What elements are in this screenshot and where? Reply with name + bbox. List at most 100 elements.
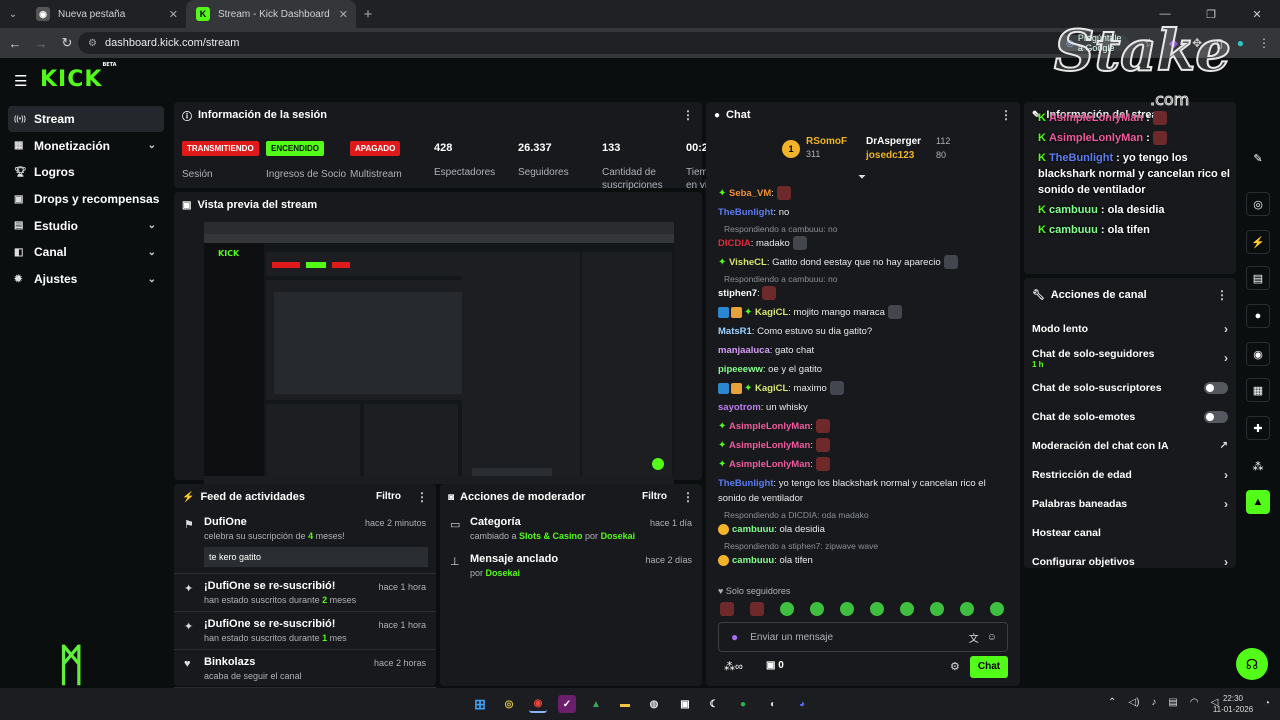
chat-bubble-icon[interactable]: ●	[1246, 304, 1270, 328]
new-tab-button[interactable]: +	[356, 6, 380, 23]
more-options-icon[interactable]: ⋮	[682, 108, 694, 122]
channel-action-restricci-n-de-edad[interactable]: Restricción de edad ›	[1024, 460, 1236, 489]
moderator-filter-button[interactable]: Filtro	[642, 491, 667, 502]
chat-message[interactable]: cambuuu: ola tifen	[706, 551, 1020, 570]
chat-username[interactable]: cambuuu	[732, 524, 774, 535]
chat-username[interactable]: TheBunlight	[718, 207, 773, 218]
chat-message-list[interactable]: ✦ Seba_VM: TheBunlight: no Respondiendo a …	[706, 184, 1020, 584]
emoji-icon[interactable]: ☺	[987, 632, 997, 643]
avatar-green-icon[interactable]: ▲	[1246, 490, 1270, 514]
emote-icon[interactable]	[750, 602, 764, 616]
emote-icon[interactable]	[780, 602, 794, 616]
document-icon[interactable]: ▤	[1246, 266, 1270, 290]
chat-message[interactable]: cambuuu: ola desidia	[706, 520, 1020, 539]
channel-action-moderaci-n-del-chat-con-ia[interactable]: Moderación del chat con IA ↗	[1024, 431, 1236, 460]
chat-username[interactable]: AsimpleLonlyMan	[729, 421, 810, 432]
app-icon[interactable]: ☾	[705, 695, 723, 713]
forward-icon[interactable]: →	[28, 36, 54, 51]
chat-message[interactable]: ✦ KagiCL: mojito mango maraca	[706, 303, 1020, 322]
emote-icon[interactable]	[720, 602, 734, 616]
channel-action-configurar-objetivos[interactable]: Configurar objetivos ›	[1024, 547, 1236, 576]
app-circle-icon[interactable]: ◎	[500, 695, 518, 713]
activity-item[interactable]: ♥ Binkolazs hace 2 horas acaba de seguir el…	[174, 650, 436, 688]
notification-bell-icon[interactable]: ◔	[1264, 698, 1270, 709]
chat-message[interactable]: sayotrom: un whisky	[706, 398, 1020, 417]
chat-message[interactable]: ✦ AsimpleLonlyMan:	[706, 436, 1020, 455]
emote-icon[interactable]	[990, 602, 1004, 616]
translate-icon[interactable]: 文	[969, 630, 979, 645]
chat-message[interactable]: manjaaluca: gato chat	[706, 341, 1020, 360]
mic-icon[interactable]: ♪	[1151, 697, 1156, 708]
more-options-icon[interactable]: ⋮	[1216, 288, 1228, 302]
emote-icon[interactable]	[815, 457, 830, 472]
volume-icon[interactable]: ◁)	[1128, 697, 1139, 708]
chrome-icon[interactable]: ◉	[529, 695, 547, 713]
more-options-icon[interactable]: ⋮	[682, 490, 694, 504]
moderation-item[interactable]: ▭ Categoría hace 1 día cambiado a Slots & C…	[440, 510, 702, 547]
app-icon[interactable]: ▲	[587, 695, 605, 713]
activity-item[interactable]: ✦ ¡DufiOne se re-suscribió! hace 1 hora han…	[174, 612, 436, 650]
printer-icon[interactable]: ▤	[1168, 697, 1177, 708]
sidebar-item-drops-y-recompensas[interactable]: ▣ Drops y recompensas	[8, 186, 164, 212]
chat-settings-icon[interactable]: ⚙	[950, 660, 960, 673]
chat-username[interactable]: Seba_VM	[729, 188, 771, 199]
tab-kick-dashboard[interactable]: K Stream - Kick Dashboard ✕	[186, 0, 356, 28]
emote-icon[interactable]	[815, 419, 830, 434]
chat-username[interactable]: pipeeeww	[718, 364, 763, 375]
tray-chevron-icon[interactable]: ⌃	[1108, 697, 1116, 708]
reload-icon[interactable]: ↻	[54, 35, 80, 51]
chest-counter[interactable]: ▣ 0	[766, 660, 784, 671]
chat-username[interactable]: DICDIA	[718, 238, 751, 249]
chat-username[interactable]: stiphen7	[718, 288, 757, 299]
wifi-icon[interactable]: ◠	[1190, 697, 1199, 708]
broadcast-icon[interactable]: ◉	[1246, 342, 1270, 366]
sidebar-item-stream[interactable]: ((•)) Stream	[8, 106, 164, 132]
lightning-icon[interactable]: ⚡	[1246, 230, 1270, 254]
channel-action-modo-lento[interactable]: Modo lento ›	[1024, 314, 1236, 343]
sidebar-item-canal[interactable]: ◧ Canal ⌄	[8, 239, 164, 265]
chat-username[interactable]: AsimpleLonlyMan	[729, 440, 810, 451]
chat-message[interactable]: MatsR1: Como estuvo su dia gatito?	[706, 322, 1020, 341]
chat-username[interactable]: KagiCL	[755, 307, 788, 318]
gift-leaderboard[interactable]: 1 RSomoF 311 DrAsperger 112 josedc123 80	[782, 136, 982, 170]
pinned-toggle-icon[interactable]: ⏷	[858, 172, 866, 183]
profile-avatar[interactable]: ●	[1237, 36, 1244, 50]
hamburger-menu-icon[interactable]: ☰	[14, 72, 27, 90]
chat-message[interactable]: DICDIA: madako	[706, 234, 1020, 253]
channel-action-chat-de-solo-seguidores[interactable]: Chat de solo-seguidores 1 h ›	[1024, 343, 1236, 373]
steam-icon[interactable]: ◐	[764, 695, 782, 713]
clock[interactable]: 22:30 11-01-2026	[1208, 693, 1258, 715]
chat-message[interactable]: ✦ VisheCL: Gatito dond eestay que no hay …	[706, 253, 1020, 272]
site-info-icon[interactable]: ⚙	[88, 38, 97, 49]
mic-icon[interactable]: ●	[731, 630, 738, 644]
points-icon[interactable]: ⁂∞	[724, 660, 743, 673]
chat-message[interactable]: TheBunlight: yo tengo los blackshark nor…	[706, 474, 1020, 508]
sidebar-item-logros[interactable]: 🏆︎ Logros	[8, 159, 164, 185]
emote-icon[interactable]	[870, 602, 884, 616]
url-input[interactable]: ⚙ dashboard.kick.com/stream ◎ Pregúntale…	[78, 32, 1130, 54]
chat-username[interactable]: VisheCL	[729, 257, 767, 268]
sidebar-item-estudio[interactable]: ▤ Estudio ⌄	[8, 213, 164, 239]
spotify-icon[interactable]: ●	[734, 695, 752, 713]
chat-username[interactable]: AsimpleLonlyMan	[729, 459, 810, 470]
chat-message[interactable]: ✦ Seba_VM:	[706, 184, 1020, 203]
emote-icon[interactable]	[762, 286, 777, 301]
toggle-switch[interactable]	[1204, 381, 1228, 394]
close-icon[interactable]: ✕	[339, 8, 348, 21]
chat-username[interactable]: TheBunlight	[718, 478, 773, 489]
emote-icon[interactable]	[900, 602, 914, 616]
emote-icon[interactable]	[960, 602, 974, 616]
toggle-switch[interactable]	[1204, 410, 1228, 423]
emote-icon[interactable]	[810, 602, 824, 616]
layout-icon[interactable]: ▦	[1246, 378, 1270, 402]
moderation-item[interactable]: ⊥ Mensaje anclado hace 2 días por Dosekai	[440, 547, 702, 584]
chat-username[interactable]: cambuuu	[732, 555, 774, 566]
file-explorer-icon[interactable]: ▬	[616, 695, 634, 713]
more-options-icon[interactable]: ⋮	[1000, 108, 1012, 122]
sidebar-item-monetizaci-n[interactable]: ▦ Monetización ⌄	[8, 133, 164, 159]
discord-icon[interactable]: ◕	[793, 695, 811, 713]
chat-message[interactable]: stiphen7:	[706, 284, 1020, 303]
sidebar-item-ajustes[interactable]: ✹ Ajustes ⌄	[8, 266, 164, 292]
edit-icon[interactable]: ✎	[1246, 146, 1270, 170]
camera-icon[interactable]: ◎	[1246, 192, 1270, 216]
